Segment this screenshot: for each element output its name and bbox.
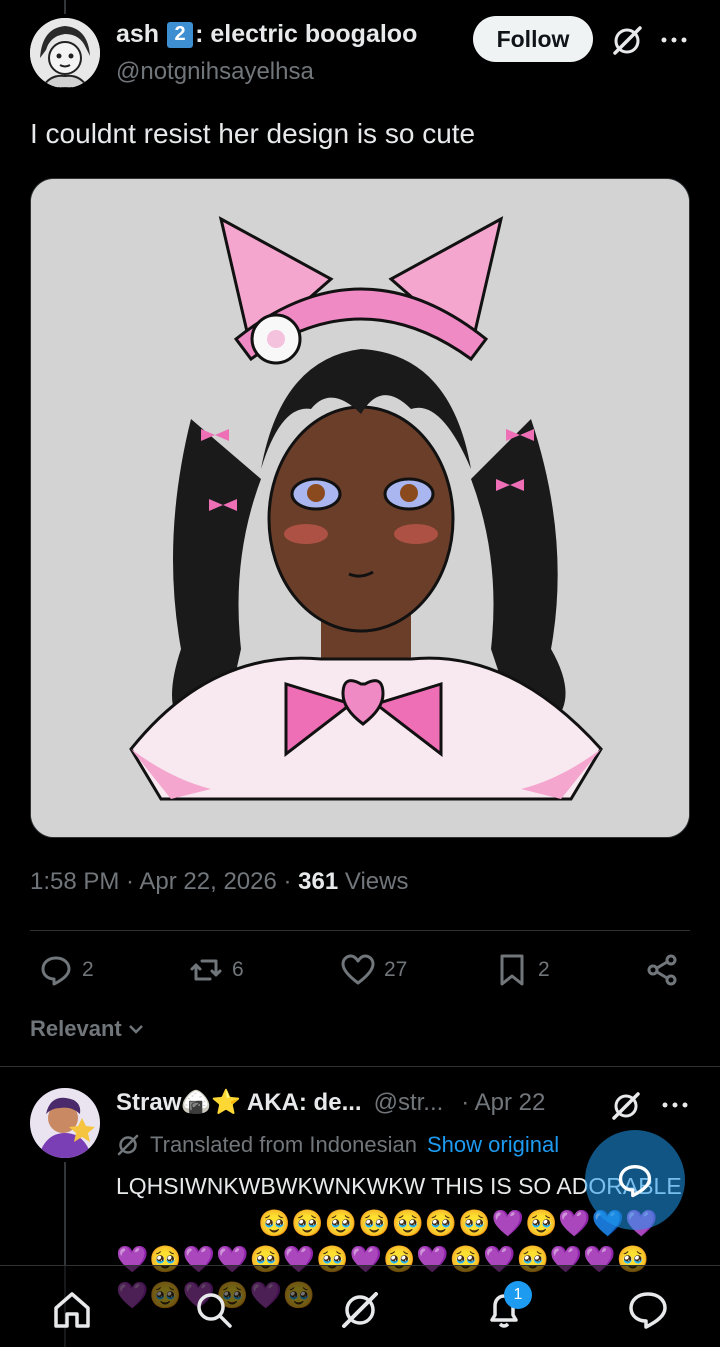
reply-display-name[interactable]: Straw🍙⭐ AKA: de... [116, 1088, 362, 1117]
bookmark-icon [500, 954, 524, 986]
search-icon[interactable] [192, 1288, 236, 1332]
post-text: I couldnt resist her design is so cute [30, 118, 476, 149]
home-icon[interactable] [50, 1288, 94, 1332]
bottom-nav [0, 1265, 720, 1347]
sort-replies-dropdown[interactable]: Relevant [30, 1016, 146, 1042]
compose-icon [618, 1165, 652, 1198]
chevron-down-icon [128, 1025, 143, 1034]
divider [30, 930, 690, 931]
notification-badge: 1 [504, 1281, 532, 1309]
grok-icon[interactable] [610, 1090, 642, 1122]
more-icon[interactable] [658, 30, 690, 50]
post-actions: 2 6 27 2 [38, 952, 688, 996]
bookmark-button[interactable]: 2 [494, 952, 550, 988]
compose-reply-button[interactable] [585, 1130, 685, 1230]
post-time: 1:58 PM [30, 868, 120, 895]
grok-icon[interactable] [610, 24, 644, 58]
repost-icon [190, 959, 222, 981]
divider [0, 1066, 720, 1067]
username-handle[interactable]: @notgnihsayelhsa [116, 58, 314, 86]
reply-button[interactable]: 2 [38, 952, 94, 988]
keycap-emoji: 2 [167, 21, 194, 48]
views-count: 361 [298, 868, 339, 895]
post-date: Apr 22, 2026 [139, 868, 277, 895]
grok-icon [117, 1134, 139, 1156]
follow-button[interactable]: Follow [473, 16, 593, 62]
display-name[interactable]: ash 2 : electric boogaloo [116, 20, 417, 49]
share-icon [647, 954, 677, 986]
messages-icon[interactable] [626, 1288, 670, 1332]
translation-notice: Translated from Indonesian Show original [116, 1132, 559, 1158]
like-icon [341, 954, 375, 985]
reply-icon [41, 956, 71, 986]
reply-date[interactable]: · Apr 22 [461, 1089, 545, 1117]
avatar[interactable] [30, 18, 100, 88]
more-icon[interactable] [660, 1096, 690, 1114]
like-button[interactable]: 27 [340, 952, 407, 988]
reply-header: Straw🍙⭐ AKA: de... @str... · Apr 22 [116, 1088, 545, 1117]
share-button[interactable] [644, 952, 680, 988]
show-original-link[interactable]: Show original [427, 1132, 559, 1158]
thread-line [64, 0, 66, 14]
repost-button[interactable]: 6 [188, 952, 244, 988]
post-header: ash 2 : electric boogaloo @notgnihsayelh… [30, 16, 690, 94]
post-meta: 1:58 PM · Apr 22, 2026 · 361 Views [30, 868, 409, 895]
views-label: Views [344, 868, 409, 895]
post-image[interactable] [30, 178, 690, 838]
grok-icon[interactable] [338, 1288, 382, 1332]
reply-handle[interactable]: @str... [374, 1089, 444, 1117]
reply-avatar[interactable] [30, 1088, 100, 1158]
